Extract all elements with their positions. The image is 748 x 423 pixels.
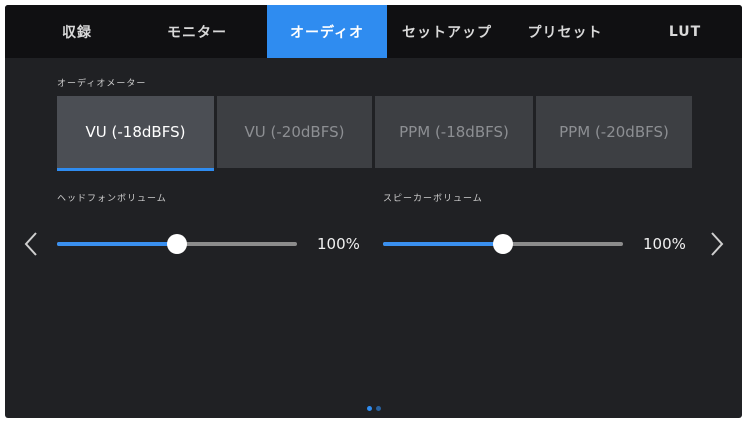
headphone-volume-label: ヘッドフォンボリューム <box>57 194 167 204</box>
meter-option-ppm-20[interactable]: PPM (-20dBFS) <box>536 96 692 168</box>
chevron-right-icon <box>711 232 724 256</box>
selected-indicator <box>57 168 214 171</box>
tab-record[interactable]: 収録 <box>27 5 127 58</box>
slider-fill <box>383 242 503 246</box>
tab-monitor[interactable]: モニター <box>147 5 247 58</box>
meter-option-vu-20[interactable]: VU (-20dBFS) <box>217 96 372 168</box>
speaker-volume-label: スピーカーボリューム <box>383 194 483 204</box>
meter-option-label: PPM (-20dBFS) <box>559 123 669 141</box>
audio-settings-screen: 収録 モニター オーディオ セットアップ プリセット LUT オーディオメーター… <box>5 5 742 418</box>
audio-meter-options: VU (-18dBFS) VU (-20dBFS) PPM (-18dBFS) … <box>57 96 692 171</box>
tab-audio[interactable]: オーディオ <box>267 5 387 58</box>
tab-bar: 収録 モニター オーディオ セットアップ プリセット LUT <box>5 5 742 58</box>
headphone-volume-value: 100% <box>317 235 360 253</box>
chevron-left-icon <box>24 232 37 256</box>
page-dot <box>376 406 381 411</box>
slider-knob[interactable] <box>493 234 513 254</box>
slider-fill <box>57 242 177 246</box>
previous-page-button[interactable] <box>19 227 43 261</box>
meter-option-label: PPM (-18dBFS) <box>399 123 509 141</box>
next-page-button[interactable] <box>705 227 729 261</box>
slider-knob[interactable] <box>167 234 187 254</box>
meter-option-vu-18[interactable]: VU (-18dBFS) <box>57 96 214 171</box>
tab-setup[interactable]: セットアップ <box>387 5 507 58</box>
headphone-volume-slider[interactable] <box>57 234 297 254</box>
meter-option-ppm-18[interactable]: PPM (-18dBFS) <box>375 96 533 168</box>
meter-option-label: VU (-18dBFS) <box>85 123 186 141</box>
audio-meter-label: オーディオメーター <box>57 79 147 89</box>
tab-presets[interactable]: プリセット <box>515 5 615 58</box>
speaker-volume-slider[interactable] <box>383 234 623 254</box>
page-dot <box>367 406 372 411</box>
speaker-volume-value: 100% <box>643 235 686 253</box>
tab-lut[interactable]: LUT <box>645 5 725 58</box>
meter-option-label: VU (-20dBFS) <box>244 123 345 141</box>
page-indicator <box>367 406 381 411</box>
